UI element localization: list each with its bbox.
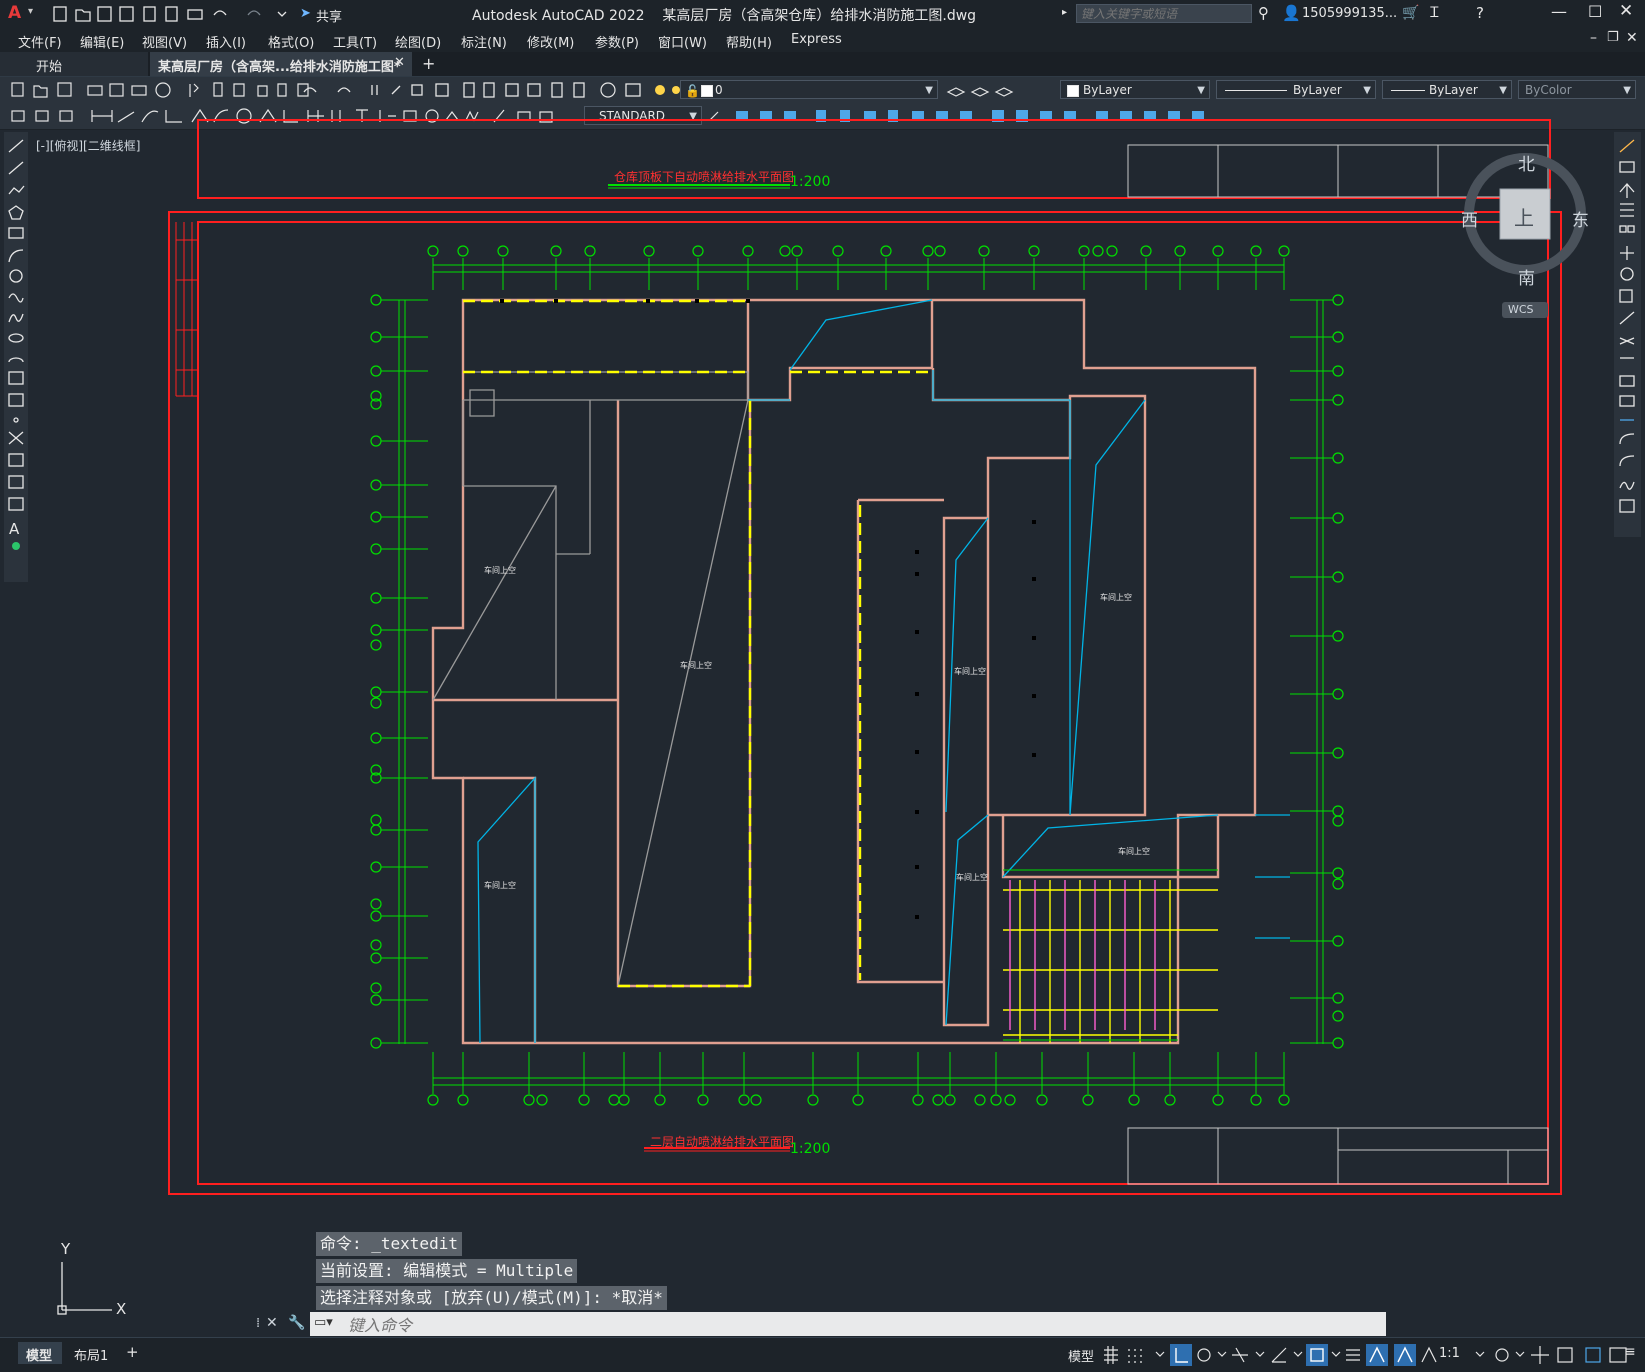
command-grip-icon[interactable]: ⁞: [256, 1316, 260, 1331]
compass-south[interactable]: 南: [1518, 264, 1535, 289]
command-input[interactable]: [346, 1312, 1380, 1338]
room-label-3: 车间上空: [1100, 593, 1132, 602]
viewcube-top-face[interactable]: 上: [1514, 202, 1534, 231]
lower-plan-title: 二层自动喷淋给排水平面图: [650, 1135, 795, 1149]
snap-dropdown-icon: [1155, 1351, 1165, 1357]
layout-tab-model-label: 模型: [26, 1349, 53, 1364]
command-line: ⁞ ✕ 🔧 ▭▾: [256, 1312, 1386, 1338]
workspace-gear-icon: [1495, 1348, 1509, 1362]
command-close-icon[interactable]: ✕: [266, 1315, 278, 1331]
status-toggle-icons[interactable]: [1100, 1342, 1640, 1368]
snap-icon: [1128, 1349, 1142, 1363]
annotation-monitor-icon: [1531, 1346, 1549, 1364]
osnap-tracking-icon: [1271, 1347, 1287, 1363]
upper-plan-scale: 1:200: [790, 174, 831, 190]
recent-commands-icon[interactable]: ▭▾: [314, 1315, 333, 1330]
ucs-icon: [57, 1262, 112, 1315]
command-history-line-1: 命令: _textedit: [316, 1232, 462, 1256]
compass-east[interactable]: 东: [1572, 206, 1589, 231]
command-customize-icon[interactable]: 🔧: [288, 1315, 305, 1331]
room-label-2: 车间上空: [680, 661, 712, 670]
wcs-menu[interactable]: WCS: [1502, 302, 1548, 318]
command-history-line-3: 选择注释对象或 [放弃(U)/模式(M)]: *取消*: [316, 1286, 667, 1310]
model-space-toggle[interactable]: 模型: [1068, 1346, 1094, 1365]
upper-plan-title: 仓库顶板下自动喷淋给排水平面图: [614, 170, 795, 184]
layout-tab-model[interactable]: 模型: [18, 1342, 62, 1364]
ucs-x-label: X: [116, 1300, 127, 1318]
status-bar: 模型 布局1 + 模型 1:1 ≡: [0, 1337, 1645, 1372]
quick-properties-icon: [1585, 1347, 1601, 1363]
room-label-1: 车间上空: [484, 566, 516, 575]
room-label-4: 车间上空: [954, 667, 986, 676]
units-icon: [1557, 1347, 1573, 1363]
isodraft-icon: [1232, 1347, 1248, 1363]
wcs-label: WCS: [1508, 303, 1534, 316]
lineweight-icon: [1346, 1349, 1360, 1361]
polar-icon: [1197, 1348, 1211, 1362]
add-layout-button[interactable]: +: [126, 1343, 139, 1361]
room-label-5: 车间上空: [484, 881, 516, 890]
annotation-scale-icon: [1421, 1346, 1437, 1363]
room-label-7: 车间上空: [1118, 847, 1150, 856]
grid-icon: [1104, 1346, 1118, 1364]
command-input-box[interactable]: ▭▾: [310, 1312, 1386, 1338]
lower-plan-scale: 1:200: [790, 1141, 831, 1157]
command-history-line-2: 当前设置: 编辑模式 = Multiple: [316, 1259, 578, 1283]
upper-plan-title-group: [608, 184, 790, 189]
drawing-canvas[interactable]: [0, 0, 1645, 1371]
compass-west[interactable]: 西: [1461, 206, 1478, 231]
customization-menu-icon[interactable]: ≡: [1624, 1344, 1636, 1360]
ucs-y-label: Y: [61, 1240, 71, 1258]
room-label-6: 车间上空: [956, 873, 988, 882]
annotation-scale-value[interactable]: 1:1: [1439, 1346, 1460, 1361]
layout-tab-layout1[interactable]: 布局1: [74, 1345, 108, 1364]
compass-north[interactable]: 北: [1518, 150, 1535, 175]
